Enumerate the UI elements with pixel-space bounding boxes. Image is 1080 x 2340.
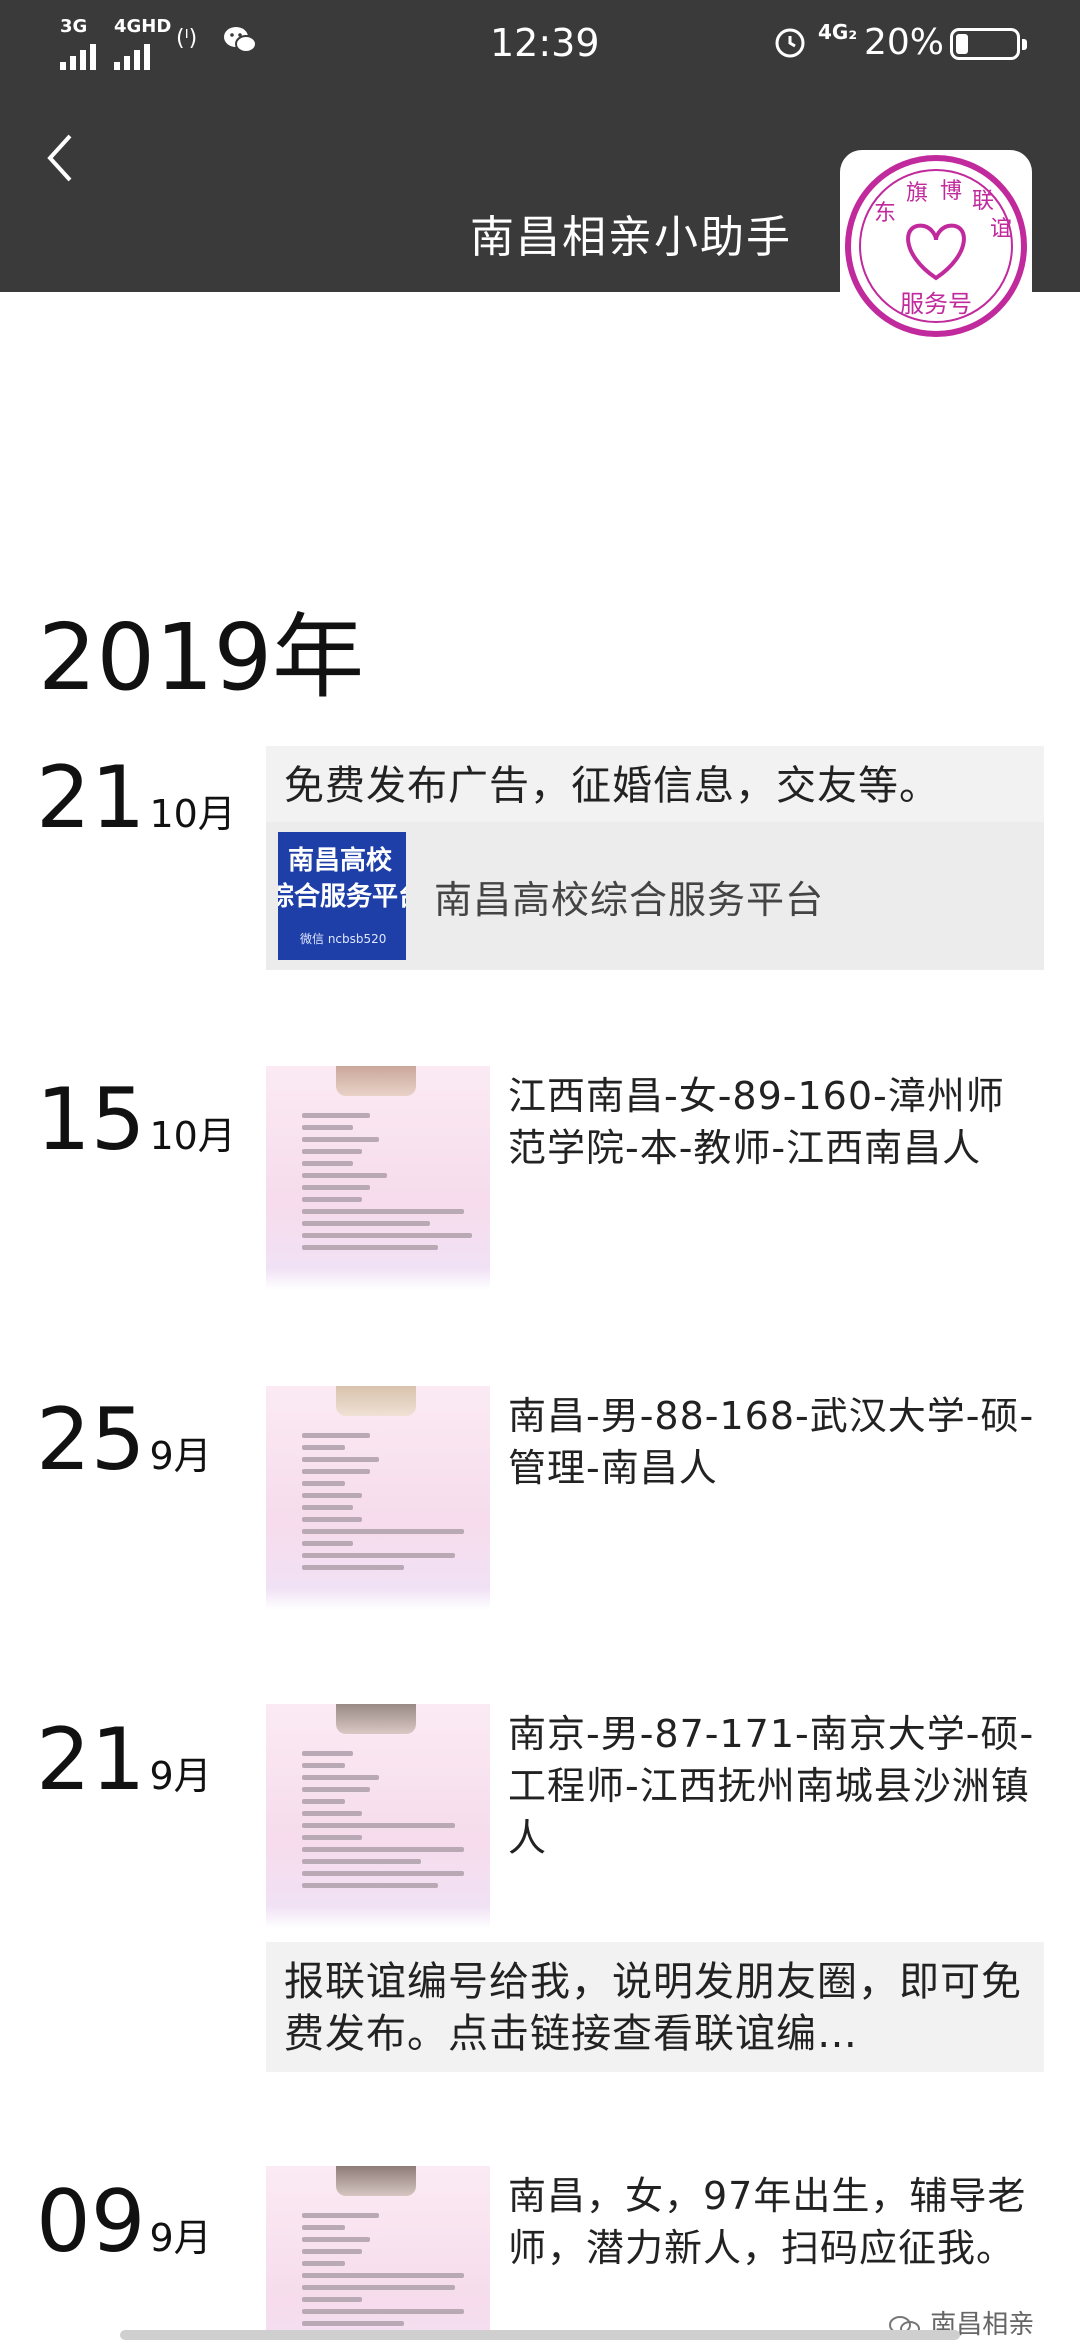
battery-percent: 20% [864,22,945,63]
network-label: 3G [60,16,88,37]
year-heading: 2019年 [38,604,365,711]
account-avatar[interactable]: 东 旗 博 联 谊 服务号 [840,150,1032,342]
link-card[interactable]: 南昌高校 综合服务平台 微信 ncbsb520 南昌高校综合服务平台 [266,822,1044,970]
post-image[interactable] [266,1704,490,1928]
post-image[interactable] [266,1066,490,1290]
svg-text:旗: 旗 [906,181,928,206]
data-network-label: 4G₂ [818,20,858,44]
alarm-icon [775,28,805,58]
status-bar: 3G 4GHD (ᴵ) 12:39 4G₂ 20% [0,0,1080,90]
wechat-icon [224,27,257,53]
wifi-calling-icon: (ᴵ) [176,26,198,51]
post-item[interactable]: 南京-男-87-171-南京大学-硕-工程师-江西抚州南城县沙洲镇人 [266,1704,1056,1930]
post-text: 南昌，女，97年出生，辅导老师，潜力新人，扫码应征我。 [508,2174,1027,2270]
post-item[interactable]: 南昌-男-88-168-武汉大学-硕-管理-南昌人 [266,1386,1056,1612]
svg-text:联: 联 [972,189,994,214]
post-image[interactable] [266,1386,490,1610]
network-label: 4GHD [114,16,172,37]
post-note[interactable]: 报联谊编号给我，说明发朋友圈，即可免费发布。点击链接查看联谊编… [266,1942,1044,2072]
entry-date: 25 9月 [36,1392,212,1488]
scrollbar[interactable] [120,2330,960,2340]
post-text: 南昌-男-88-168-武汉大学-硕-管理-南昌人 [508,1394,1035,1490]
svg-text:东: 东 [874,201,896,226]
entry-day: 21 [36,1710,146,1810]
entry-month: 9月 [149,2216,212,2260]
thumb-line: 综合服务平台 [278,882,406,912]
svg-text:博: 博 [940,179,962,204]
stamp-logo-icon: 东 旗 博 联 谊 服务号 [845,155,1027,337]
entry-day: 15 [36,1070,146,1170]
page-title: 南昌相亲小助手 [470,212,792,263]
thumb-line: 南昌高校 [288,846,393,876]
thumb-line: 微信 ncbsb520 [300,932,387,946]
entry-month: 9月 [149,1754,212,1798]
entry-date: 09 9月 [36,2174,212,2270]
entry-month: 10月 [149,792,236,836]
svg-text:服务号: 服务号 [900,290,972,318]
post-text[interactable]: 免费发布广告，征婚信息，交友等。 [266,746,1044,822]
entry-month: 10月 [149,1114,236,1158]
battery-icon [950,28,1027,60]
post-image[interactable] [266,2166,490,2340]
entry-date: 21 9月 [36,1712,212,1808]
entry-day: 21 [36,748,146,848]
svg-text:谊: 谊 [990,217,1012,242]
back-chevron-left-icon[interactable] [40,128,80,188]
entry-day: 09 [36,2172,146,2272]
link-title: 南昌高校综合服务平台 [434,877,825,922]
entry-date: 15 10月 [36,1072,236,1168]
entry-date: 21 10月 [36,750,236,846]
link-thumbnail: 南昌高校 综合服务平台 微信 ncbsb520 [278,832,406,960]
post-text: 南京-男-87-171-南京大学-硕-工程师-江西抚州南城县沙洲镇人 [508,1712,1035,1860]
entry-day: 25 [36,1390,146,1490]
post-text: 江西南昌-女-89-160-漳州师范学院-本-教师-江西南昌人 [508,1074,1005,1170]
clock: 12:39 [490,21,600,65]
post-item[interactable]: 江西南昌-女-89-160-漳州师范学院-本-教师-江西南昌人 [266,1066,1056,1292]
entry-month: 9月 [149,1434,212,1478]
